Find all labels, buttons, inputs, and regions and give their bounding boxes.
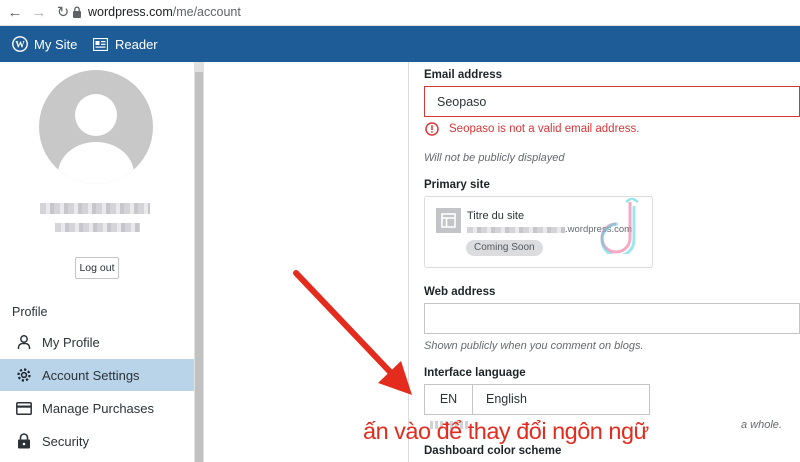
reload-icon[interactable]: ↻ bbox=[54, 4, 72, 22]
sidebar-item-security[interactable]: Security bbox=[0, 425, 194, 457]
sidebar-item-label: Account Settings bbox=[42, 367, 140, 383]
main-gutter bbox=[204, 62, 408, 462]
user-icon bbox=[15, 333, 33, 351]
coming-soon-badge: Coming Soon bbox=[466, 240, 543, 256]
reader-label: Reader bbox=[115, 36, 158, 52]
site-icon bbox=[436, 208, 461, 233]
sidebar-item-account-settings[interactable]: Account Settings bbox=[0, 359, 194, 391]
blurred-display-name bbox=[40, 203, 150, 214]
web-address-label: Web address bbox=[424, 286, 496, 298]
email-hint: Will not be publicly displayed bbox=[424, 152, 565, 164]
address-bar[interactable]: wordpress.com/me/account bbox=[88, 5, 241, 19]
forward-icon[interactable]: → bbox=[30, 4, 48, 22]
url-path: /me/account bbox=[172, 5, 241, 19]
reader-icon bbox=[93, 37, 108, 51]
sidebar-scrollbar-thumb[interactable] bbox=[195, 72, 203, 462]
web-address-field[interactable] bbox=[424, 303, 800, 334]
email-field[interactable]: Seopaso bbox=[424, 86, 800, 117]
lock-icon bbox=[73, 6, 81, 18]
web-address-hint: Shown publicly when you comment on blogs… bbox=[424, 340, 644, 352]
credit-card-icon bbox=[15, 399, 33, 417]
svg-text:W: W bbox=[15, 40, 25, 50]
lock-icon bbox=[15, 432, 33, 450]
browser-toolbar: ← → ↻ wordpress.com/me/account bbox=[0, 0, 800, 26]
email-error-text: Seopaso is not a valid email address. bbox=[449, 123, 640, 135]
masterbar: W My Site Reader bbox=[0, 26, 800, 62]
watermark-logo-icon bbox=[600, 198, 639, 254]
blurred-site-slug bbox=[467, 227, 565, 233]
sidebar-item-label: Manage Purchases bbox=[42, 400, 155, 416]
language-name: English bbox=[486, 392, 527, 406]
sidebar-item-manage-purchases[interactable]: Manage Purchases bbox=[0, 392, 194, 424]
logout-button[interactable]: Log out bbox=[75, 257, 119, 279]
blurred-username bbox=[55, 223, 140, 232]
primary-site-label: Primary site bbox=[424, 179, 490, 191]
sidebar-item-my-profile[interactable]: My Profile bbox=[0, 326, 194, 358]
my-site-label: My Site bbox=[34, 36, 78, 52]
gear-icon bbox=[15, 366, 33, 384]
color-scheme-label: Dashboard color scheme bbox=[424, 445, 562, 457]
url-host: wordpress.com bbox=[88, 5, 173, 19]
sidebar-item-label: My Profile bbox=[42, 334, 100, 350]
my-site-button[interactable]: W My Site bbox=[12, 26, 77, 62]
language-code: EN bbox=[425, 385, 473, 414]
email-label: Email address bbox=[424, 69, 502, 81]
language-hint-tail: a whole. bbox=[741, 419, 782, 431]
back-icon[interactable]: ← bbox=[6, 4, 24, 22]
email-error: Seopaso is not a valid email address. bbox=[425, 122, 640, 136]
default-avatar-icon bbox=[58, 94, 134, 184]
annotation-text: ấn vào để thay đổi ngôn ngữ bbox=[363, 418, 649, 444]
interface-language-label: Interface language bbox=[424, 367, 526, 379]
avatar[interactable] bbox=[39, 70, 153, 184]
wordpress-logo-icon: W bbox=[12, 36, 28, 52]
reader-button[interactable]: Reader bbox=[93, 26, 158, 62]
sidebar-item-label: Security bbox=[42, 433, 89, 449]
interface-language-selector[interactable]: EN English bbox=[424, 384, 650, 415]
profile-section-title: Profile bbox=[12, 305, 48, 319]
site-title: Titre du site bbox=[467, 210, 525, 222]
alert-icon bbox=[425, 122, 439, 136]
